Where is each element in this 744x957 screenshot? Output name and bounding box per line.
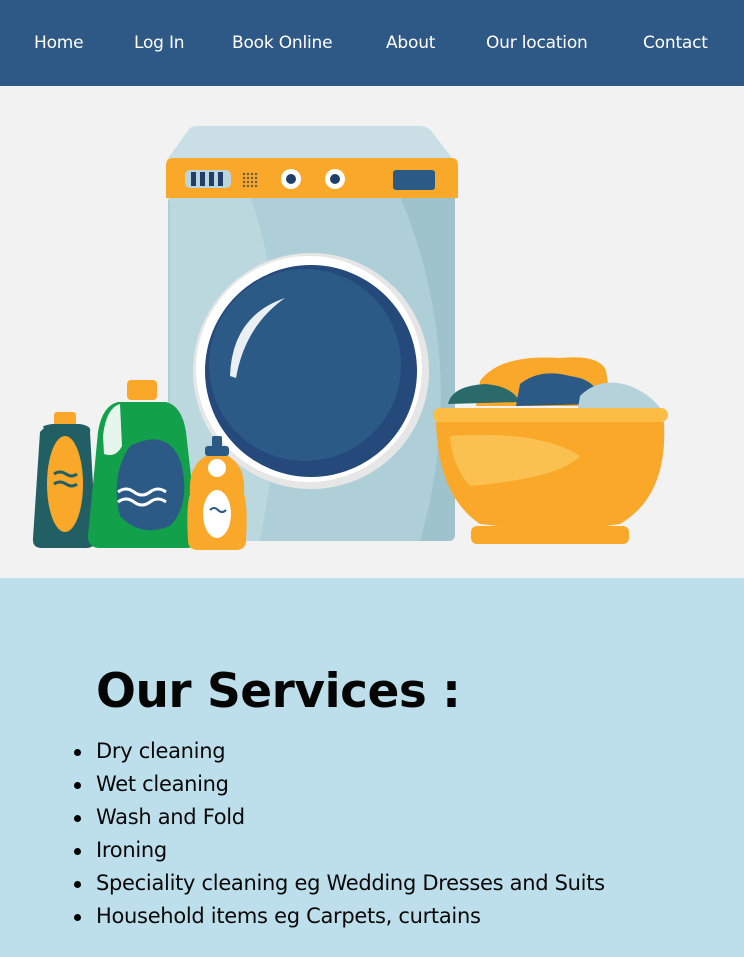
hero-banner — [0, 86, 744, 578]
bullet-icon — [74, 815, 81, 822]
bullet-icon — [74, 749, 81, 756]
service-label: Wash and Fold — [96, 805, 245, 829]
bullet-icon — [74, 782, 81, 789]
services-list: Dry cleaning Wet cleaning Wash and Fold … — [74, 735, 605, 933]
service-label: Household items eg Carpets, curtains — [96, 904, 481, 928]
list-item: Wet cleaning — [74, 768, 605, 801]
service-label: Dry cleaning — [96, 739, 226, 763]
service-label: Wet cleaning — [96, 772, 229, 796]
services-heading: Our Services : — [96, 664, 461, 719]
bullet-icon — [74, 848, 81, 855]
top-navigation: Home Log In Book Online About Our locati… — [0, 0, 744, 86]
detergent-bottle-icon — [32, 412, 96, 548]
nav-log-in[interactable]: Log In — [134, 30, 185, 56]
nav-about[interactable]: About — [386, 30, 435, 56]
nav-our-location[interactable]: Our location — [486, 30, 588, 56]
nav-contact[interactable]: Contact — [643, 30, 708, 56]
laundry-basket-icon — [433, 357, 668, 544]
nav-home[interactable]: Home — [34, 30, 84, 56]
list-item: Dry cleaning — [74, 735, 605, 768]
laundry-illustration — [32, 126, 668, 550]
bullet-icon — [74, 881, 81, 888]
list-item: Household items eg Carpets, curtains — [74, 900, 605, 933]
services-section: Our Services : Dry cleaning Wet cleaning… — [0, 578, 744, 957]
list-item: Speciality cleaning eg Wedding Dresses a… — [74, 867, 605, 900]
list-item: Wash and Fold — [74, 801, 605, 834]
list-item: Ironing — [74, 834, 605, 867]
nav-book-online[interactable]: Book Online — [232, 30, 333, 56]
service-label: Speciality cleaning eg Wedding Dresses a… — [96, 871, 605, 895]
bullet-icon — [74, 914, 81, 921]
service-label: Ironing — [96, 838, 167, 862]
